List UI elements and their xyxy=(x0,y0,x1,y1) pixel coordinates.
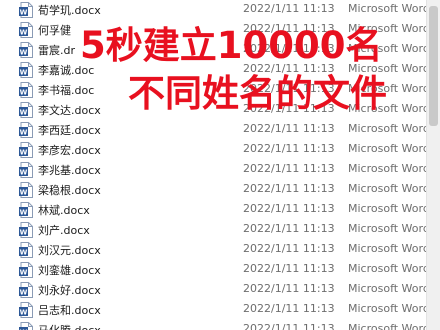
word-document-icon: W xyxy=(19,82,33,98)
svg-text:W: W xyxy=(20,89,28,97)
file-type: Microsoft Word xyxy=(348,222,426,235)
svg-text:W: W xyxy=(20,229,28,237)
file-name: 刘銮雄.docx xyxy=(38,264,101,277)
file-row[interactable]: W 刘銮雄.docx 2022/1/11 11:13 Microsoft Wor… xyxy=(0,260,426,280)
file-date: 2022/1/11 11:13 xyxy=(243,222,335,235)
file-name: 林斌.docx xyxy=(38,204,90,217)
file-date: 2022/1/11 11:13 xyxy=(243,122,335,135)
file-row[interactable]: W 李兆基.docx 2022/1/11 11:13 Microsoft Wor… xyxy=(0,160,426,180)
file-type: Microsoft Word xyxy=(348,162,426,175)
file-type: Microsoft Word xyxy=(348,202,426,215)
word-document-icon: W xyxy=(19,182,33,198)
file-date: 2022/1/11 11:13 xyxy=(243,302,335,315)
word-document-icon: W xyxy=(19,222,33,238)
file-row[interactable]: W 李西廷.docx 2022/1/11 11:13 Microsoft Wor… xyxy=(0,120,426,140)
svg-text:W: W xyxy=(20,49,28,57)
file-date: 2022/1/11 11:13 xyxy=(243,262,335,275)
word-document-icon: W xyxy=(19,142,33,158)
word-document-icon: W xyxy=(19,262,33,278)
word-document-icon: W xyxy=(19,102,33,118)
file-type: Microsoft Word xyxy=(348,322,426,330)
file-name: 李文达.docx xyxy=(38,104,101,117)
file-name: 马化腾.docx xyxy=(38,322,101,330)
file-name: 何孚健 xyxy=(38,24,71,37)
svg-text:W: W xyxy=(20,269,28,277)
svg-text:W: W xyxy=(20,9,28,17)
file-type: Microsoft Word xyxy=(348,282,426,295)
file-date: 2022/1/11 11:13 xyxy=(243,162,335,175)
word-document-icon: W xyxy=(19,62,33,78)
file-row[interactable]: W 李彦宏.docx 2022/1/11 11:13 Microsoft Wor… xyxy=(0,140,426,160)
word-document-icon: W xyxy=(19,162,33,178)
overlay-title-line-2: 不同姓名的文件 xyxy=(128,72,387,115)
svg-text:W: W xyxy=(20,249,28,257)
overlay-title-line-1: 5秒建立10000名 xyxy=(80,24,383,67)
file-row[interactable]: W 刘汉元.docx 2022/1/11 11:13 Microsoft Wor… xyxy=(0,240,426,260)
file-row[interactable]: W 刘产.docx 2022/1/11 11:13 Microsoft Word xyxy=(0,220,426,240)
file-name: 刘产.docx xyxy=(38,224,90,237)
file-name: 李兆基.docx xyxy=(38,164,101,177)
file-type: Microsoft Word xyxy=(348,182,426,195)
svg-text:W: W xyxy=(20,289,28,297)
word-document-icon: W xyxy=(19,22,33,38)
svg-text:W: W xyxy=(20,209,28,217)
file-type: Microsoft Word xyxy=(348,2,426,15)
file-type: Microsoft Word xyxy=(348,122,426,135)
word-document-icon: W xyxy=(19,242,33,258)
svg-text:W: W xyxy=(20,189,28,197)
file-date: 2022/1/11 11:13 xyxy=(243,142,335,155)
vertical-scrollbar[interactable] xyxy=(426,0,440,330)
file-type: Microsoft Word xyxy=(348,142,426,155)
svg-text:W: W xyxy=(20,129,28,137)
file-row[interactable]: W 林斌.docx 2022/1/11 11:13 Microsoft Word xyxy=(0,200,426,220)
svg-text:W: W xyxy=(20,29,28,37)
file-row[interactable]: W 刘永好.docx 2022/1/11 11:13 Microsoft Wor… xyxy=(0,280,426,300)
svg-text:W: W xyxy=(20,109,28,117)
file-date: 2022/1/11 11:13 xyxy=(243,322,335,330)
file-date: 2022/1/11 11:13 xyxy=(243,202,335,215)
file-name: 雷宸.dr xyxy=(38,44,76,57)
word-document-icon: W xyxy=(19,2,33,18)
word-document-icon: W xyxy=(19,42,33,58)
svg-text:W: W xyxy=(20,309,28,317)
file-name: 李书福.doc xyxy=(38,84,95,97)
file-type: Microsoft Word xyxy=(348,262,426,275)
svg-text:W: W xyxy=(20,149,28,157)
file-type: Microsoft Word xyxy=(348,242,426,255)
file-date: 2022/1/11 11:13 xyxy=(243,282,335,295)
word-document-icon: W xyxy=(19,322,33,330)
file-row[interactable]: W 荀学玑.docx 2022/1/11 11:13 Microsoft Wor… xyxy=(0,0,426,20)
file-date: 2022/1/11 11:13 xyxy=(243,2,335,15)
file-name: 梁稳根.docx xyxy=(38,184,101,197)
svg-text:W: W xyxy=(20,169,28,177)
file-name: 李彦宏.docx xyxy=(38,144,101,157)
file-type: Microsoft Word xyxy=(348,302,426,315)
file-name: 吕志和.docx xyxy=(38,304,101,317)
file-date: 2022/1/11 11:13 xyxy=(243,182,335,195)
file-name: 刘永好.docx xyxy=(38,284,101,297)
svg-text:W: W xyxy=(20,69,28,77)
word-document-icon: W xyxy=(19,302,33,318)
file-name: 李西廷.docx xyxy=(38,124,101,137)
file-date: 2022/1/11 11:13 xyxy=(243,242,335,255)
scrollbar-thumb[interactable] xyxy=(429,6,438,126)
file-name: 荀学玑.docx xyxy=(38,4,101,17)
file-row[interactable]: W 吕志和.docx 2022/1/11 11:13 Microsoft Wor… xyxy=(0,300,426,320)
file-name: 刘汉元.docx xyxy=(38,244,101,257)
word-document-icon: W xyxy=(19,122,33,138)
word-document-icon: W xyxy=(19,202,33,218)
file-row[interactable]: W 马化腾.docx 2022/1/11 11:13 Microsoft Wor… xyxy=(0,320,426,330)
word-document-icon: W xyxy=(19,282,33,298)
file-row[interactable]: W 梁稳根.docx 2022/1/11 11:13 Microsoft Wor… xyxy=(0,180,426,200)
